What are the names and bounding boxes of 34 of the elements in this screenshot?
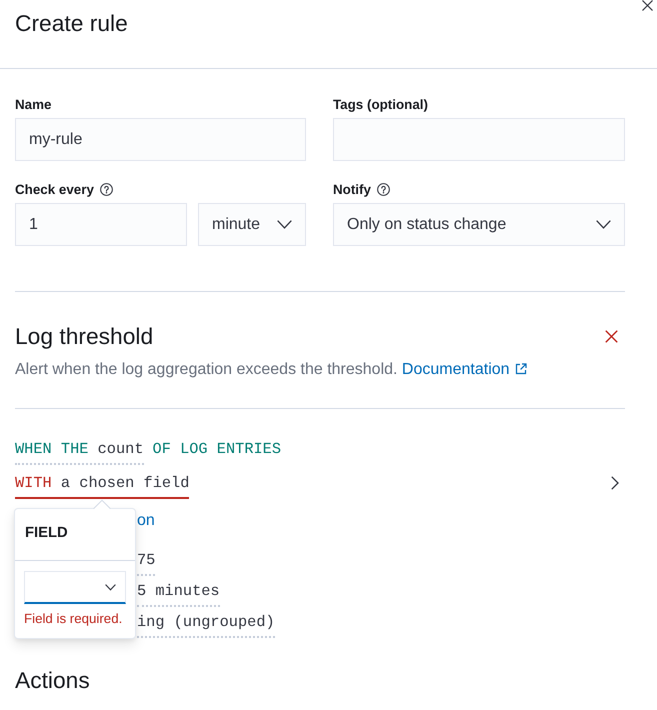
field-label: Name (15, 96, 52, 112)
expression-text: OF LOG ENTRIES (152, 439, 282, 459)
chevron-down-icon (277, 220, 292, 229)
close-icon (642, 0, 653, 11)
expression-button[interactable]: WHEN THE count (15, 439, 144, 465)
text-field[interactable] (333, 118, 625, 161)
expand-button[interactable] (611, 476, 619, 490)
description-text: Alert when the log aggregation exceeds the threshold. Documentation (15, 360, 625, 380)
error-text: Field is required. (24, 611, 124, 627)
text-field[interactable]: my-rule (15, 118, 306, 161)
notify-select[interactable]: Only on status change (333, 203, 625, 246)
close-button[interactable] (642, 0, 653, 11)
section-title: Log threshold (15, 323, 154, 349)
field-select[interactable] (24, 571, 126, 604)
flyout-title: Create rule (15, 9, 129, 37)
cross-icon (605, 330, 618, 342)
help-icon[interactable] (100, 182, 113, 196)
popover-title: FIELD (15, 509, 135, 561)
select-value: minute (212, 216, 260, 234)
expression-button[interactable]: WITH a chosen field (15, 473, 190, 499)
external-link-icon (514, 363, 527, 375)
section-title: Actions (15, 667, 91, 693)
help-icon[interactable] (376, 182, 390, 196)
chevron-down-icon (596, 220, 611, 229)
field-label: Notify (333, 182, 371, 196)
chevron-down-icon (105, 584, 116, 590)
partial-link[interactable]: on (137, 511, 155, 531)
field-label: Check every (15, 182, 94, 196)
documentation-link[interactable]: Documentation (402, 361, 527, 378)
select-value: Only on status change (347, 216, 506, 234)
number-field[interactable]: 1 (15, 203, 187, 246)
field-label: Tags (optional) (333, 96, 428, 112)
unit-select[interactable]: minute (198, 203, 306, 246)
chevron-right-icon (611, 476, 619, 490)
